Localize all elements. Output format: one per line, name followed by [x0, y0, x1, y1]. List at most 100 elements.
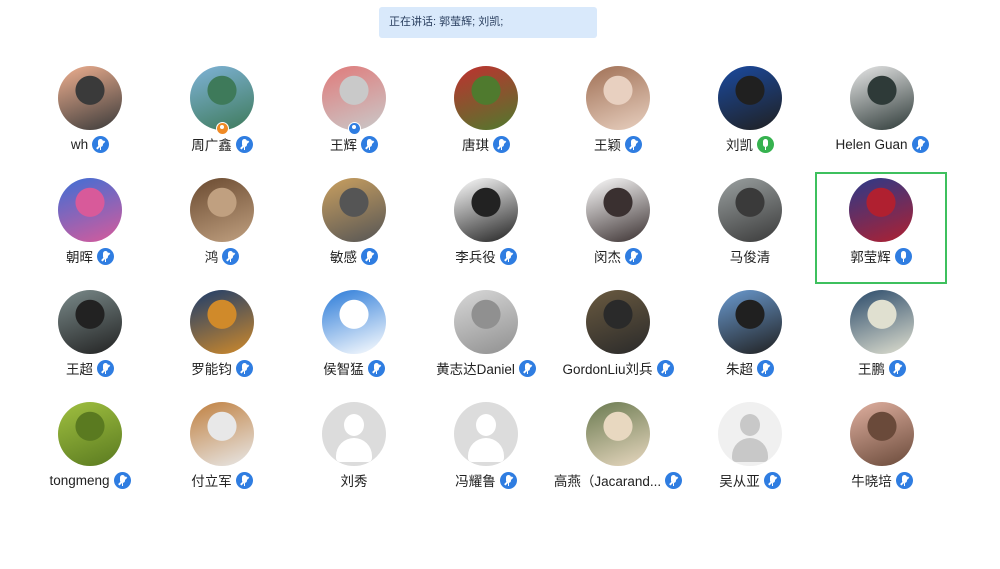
- participant-namebar: 唐琪: [420, 134, 552, 154]
- participant-tile[interactable]: wh: [24, 60, 156, 172]
- participant-tile[interactable]: 唐琪: [420, 60, 552, 172]
- mute-slash-icon: [101, 363, 110, 373]
- participant-tile[interactable]: 罗能钧: [156, 284, 288, 396]
- avatar: [322, 178, 386, 242]
- avatar: [454, 66, 518, 130]
- avatar: [718, 290, 782, 354]
- participant-namebar: 周广鑫: [156, 134, 288, 154]
- participant-tile[interactable]: 侯智猛: [288, 284, 420, 396]
- mic-muted-icon[interactable]: [763, 471, 781, 489]
- participant-namebar: 李兵役: [420, 246, 552, 266]
- avatar: [454, 178, 518, 242]
- mute-slash-icon: [239, 139, 249, 149]
- participant-tile[interactable]: 刘秀: [288, 396, 420, 508]
- participant-tile[interactable]: 鸿: [156, 172, 288, 284]
- participant-tile[interactable]: 冯耀鲁: [420, 396, 552, 508]
- mic-muted-icon[interactable]: [895, 471, 913, 489]
- participant-namebar: 郭莹辉: [815, 246, 947, 266]
- mic-muted-icon[interactable]: [889, 359, 906, 377]
- participant-name: GordonLiu刘兵: [562, 362, 653, 377]
- mic-muted-icon[interactable]: [235, 135, 253, 153]
- participant-tile[interactable]: 马俊清: [684, 172, 816, 284]
- avatar: [586, 290, 650, 354]
- mic-muted-icon[interactable]: [499, 471, 517, 489]
- participant-namebar: 罗能钧: [156, 358, 288, 378]
- participant-tile[interactable]: 牛晓培: [816, 396, 948, 508]
- mute-slash-icon: [629, 251, 638, 261]
- participant-tile[interactable]: 王超: [24, 284, 156, 396]
- participant-tile[interactable]: 周广鑫: [156, 60, 288, 172]
- avatar: [322, 66, 386, 130]
- avatar: [58, 66, 122, 130]
- mic-muted-icon[interactable]: [97, 359, 114, 377]
- mic-muted-icon[interactable]: [499, 247, 517, 265]
- participant-name: 刘凯: [726, 138, 753, 153]
- avatar: [190, 290, 254, 354]
- mute-slash-icon: [371, 363, 381, 373]
- mic-muted-icon[interactable]: [113, 471, 131, 489]
- avatar: [850, 66, 914, 130]
- participant-tile[interactable]: 朝晖: [24, 172, 156, 284]
- participant-tile[interactable]: 付立军: [156, 396, 288, 508]
- mic-muted-icon[interactable]: [367, 359, 385, 377]
- participant-name: 王超: [66, 362, 93, 377]
- mute-slash-icon: [503, 475, 513, 485]
- participant-name: 付立军: [191, 474, 232, 489]
- participant-tile[interactable]: 高燕（Jacarand...: [552, 396, 684, 508]
- avatar: [718, 66, 782, 130]
- participant-namebar: GordonLiu刘兵: [552, 358, 684, 378]
- avatar: [586, 178, 650, 242]
- participant-namebar: 王鹏: [816, 358, 948, 378]
- avatar: [190, 66, 254, 130]
- participant-tile[interactable]: 王辉: [288, 60, 420, 172]
- mic-muted-icon[interactable]: [665, 471, 683, 489]
- mic-muted-icon[interactable]: [235, 471, 253, 489]
- participant-namebar: 王超: [24, 358, 156, 378]
- mute-slash-icon: [629, 139, 638, 149]
- avatar: [718, 402, 782, 466]
- mic-muted-icon[interactable]: [625, 247, 642, 265]
- participant-tile[interactable]: 朱超: [684, 284, 816, 396]
- participant-namebar: 朱超: [684, 358, 816, 378]
- mic-muted-icon[interactable]: [361, 135, 378, 153]
- participant-tile[interactable]: tongmeng: [24, 396, 156, 508]
- participant-name: 牛晓培: [851, 474, 892, 489]
- mic-muted-icon[interactable]: [361, 247, 378, 265]
- participant-tile[interactable]: Helen Guan: [816, 60, 948, 172]
- participant-name: 侯智猛: [323, 362, 364, 377]
- participant-tile[interactable]: 刘凯: [684, 60, 816, 172]
- participant-namebar: 高燕（Jacarand...: [552, 470, 684, 490]
- mute-slash-icon: [239, 475, 249, 485]
- participant-tile[interactable]: 李兵役: [420, 172, 552, 284]
- participant-name: wh: [70, 136, 89, 152]
- mute-slash-icon: [893, 363, 902, 373]
- mute-slash-icon: [899, 475, 909, 485]
- avatar: [718, 178, 782, 242]
- participant-tile[interactable]: 吴从亚: [684, 396, 816, 508]
- mic-muted-icon[interactable]: [911, 135, 929, 153]
- mic-muted-icon[interactable]: [656, 359, 674, 377]
- participant-tile[interactable]: GordonLiu刘兵: [552, 284, 684, 396]
- avatar: [190, 402, 254, 466]
- mic-muted-icon[interactable]: [757, 359, 774, 377]
- participant-namebar: tongmeng: [24, 470, 156, 490]
- mic-muted-icon[interactable]: [493, 135, 510, 153]
- mic-muted-icon[interactable]: [92, 135, 110, 153]
- participant-tile[interactable]: 郭莹辉: [815, 172, 947, 284]
- participant-tile[interactable]: 王鹏: [816, 284, 948, 396]
- participant-tile[interactable]: 闵杰: [552, 172, 684, 284]
- participant-gallery: wh 周广鑫 王辉 唐琪 王颖 刘凯 Helen Guan 朝晖 鸿 敏感 李兵役 闵杰 马俊清 郭莹辉王…: [0, 0, 1000, 569]
- mic-muted-icon[interactable]: [97, 247, 114, 265]
- mic-muted-icon[interactable]: [518, 359, 536, 377]
- mic-muted-icon[interactable]: [625, 135, 642, 153]
- participant-namebar: 刘秀: [288, 470, 420, 490]
- mic-muted-icon[interactable]: [235, 359, 253, 377]
- participant-tile[interactable]: 敏感: [288, 172, 420, 284]
- participant-name: 闵杰: [594, 250, 621, 265]
- participant-tile[interactable]: 黄志达Daniel: [420, 284, 552, 396]
- mute-slash-icon: [761, 363, 770, 373]
- mic-speaking-icon[interactable]: [757, 135, 774, 153]
- mic-muted-icon[interactable]: [222, 247, 240, 265]
- participant-tile[interactable]: 王颖: [552, 60, 684, 172]
- mic-speaking-icon[interactable]: [894, 247, 912, 265]
